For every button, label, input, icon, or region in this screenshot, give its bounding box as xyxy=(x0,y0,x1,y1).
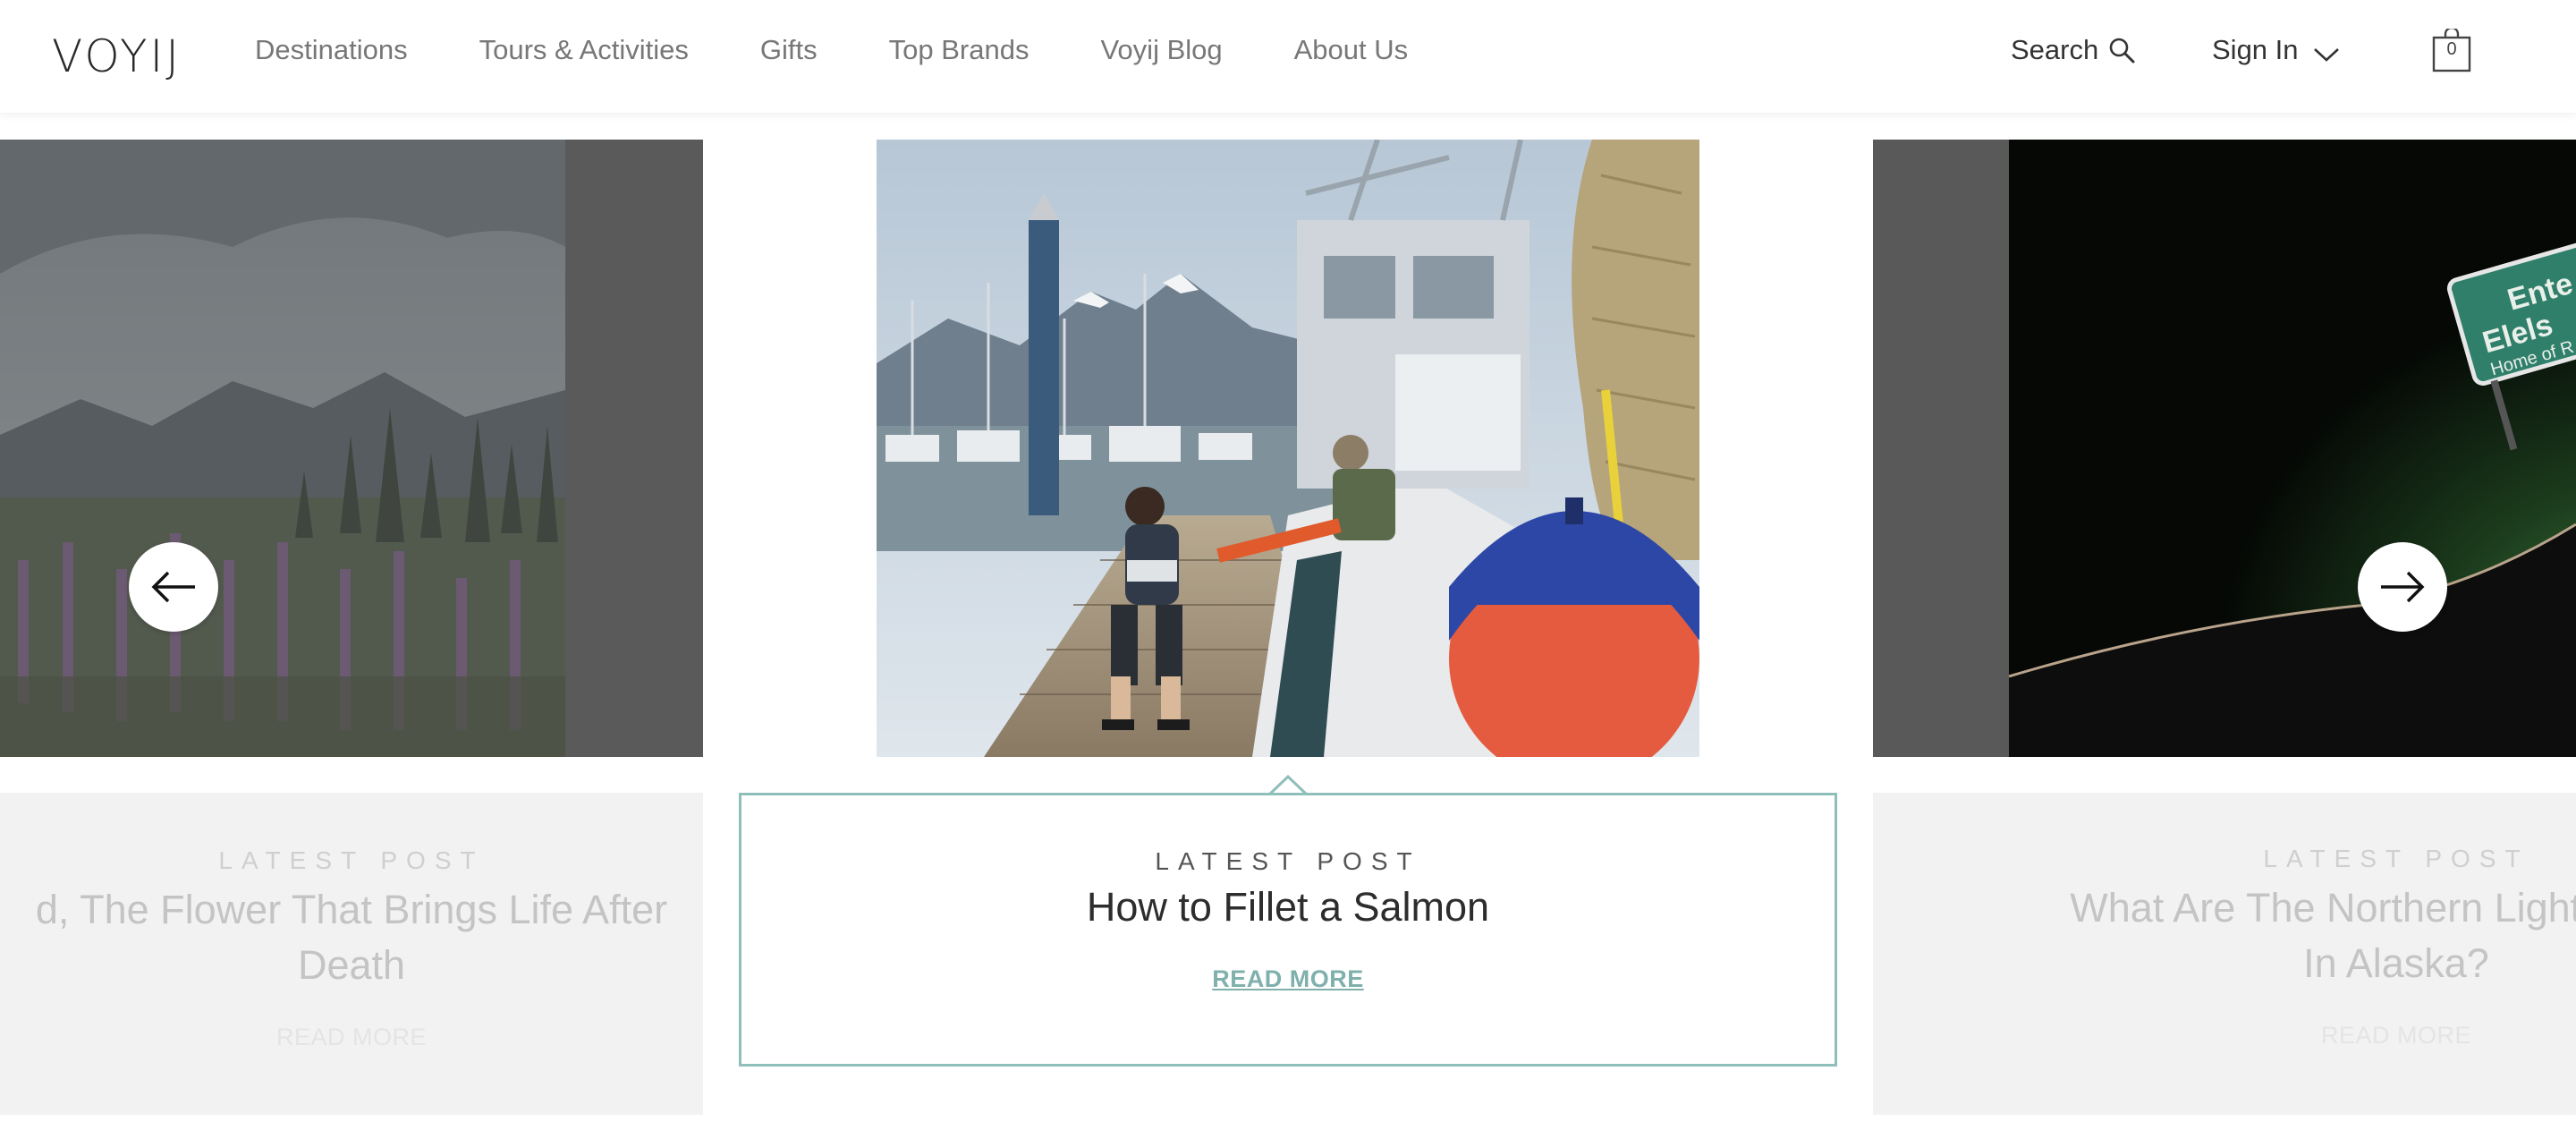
nav-about-us[interactable]: About Us xyxy=(1294,34,1409,66)
main-nav: Destinations Tours & Activities Gifts To… xyxy=(255,34,1479,66)
northern-lights-sign-photo: Ente Elels Home of R xyxy=(2009,140,2576,757)
nav-destinations[interactable]: Destinations xyxy=(255,34,408,66)
slide-left-read-more[interactable]: READ MORE xyxy=(0,1024,703,1051)
slide-center-card: LATEST POST How to Fillet a Salmon READ … xyxy=(739,793,1837,1067)
slide-center-photo xyxy=(877,140,1699,757)
slide-center-title[interactable]: How to Fillet a Salmon xyxy=(741,880,1835,935)
slide-left-card: LATEST POST d, The Flower That Brings Li… xyxy=(0,793,703,1115)
slide-right-title-line1: What Are The Northern Lights And H xyxy=(2070,885,2576,931)
slide-center-read-more[interactable]: READ MORE xyxy=(741,965,1835,993)
nav-tours-activities[interactable]: Tours & Activities xyxy=(479,34,689,66)
nav-top-brands[interactable]: Top Brands xyxy=(889,34,1030,66)
nav-gifts[interactable]: Gifts xyxy=(760,34,818,66)
slide-right-card: LATEST POST What Are The Northern Lights… xyxy=(1873,793,2576,1115)
search-label: Search xyxy=(2011,34,2099,65)
nav-voyij-blog[interactable]: Voyij Blog xyxy=(1100,34,1222,66)
carousel-prev-button[interactable] xyxy=(129,542,218,632)
search-icon xyxy=(2109,38,2135,64)
slide-left-eyebrow: LATEST POST xyxy=(218,846,485,874)
voyij-logo[interactable]: VOYIJ xyxy=(52,30,182,82)
sign-in-label: Sign In xyxy=(2212,34,2299,65)
slide-left-title-line2: Death xyxy=(297,942,406,988)
slide-right-photo: Ente Elels Home of R xyxy=(1873,140,2576,757)
slide-right-title-line2: In Alaska? xyxy=(2303,940,2489,986)
carousel-next-button[interactable] xyxy=(2358,542,2447,632)
sign-in-dropdown[interactable]: Sign In xyxy=(2212,34,2340,66)
slide-left-title-line1: d, The Flower That Brings Life After xyxy=(35,887,668,932)
arrow-right-icon xyxy=(2381,571,2425,603)
arrow-left-icon xyxy=(151,571,195,603)
slide-right-read-more[interactable]: READ MORE xyxy=(1936,1022,2576,1050)
cart-button[interactable]: 0 xyxy=(2431,26,2472,73)
fishing-boat-dock-photo xyxy=(877,140,1699,757)
chevron-down-icon xyxy=(2313,48,2339,62)
slide-left-dim-overlay xyxy=(0,140,703,757)
slide-left-photo xyxy=(0,140,703,757)
slide-center-eyebrow: LATEST POST xyxy=(1155,847,1421,875)
search-button[interactable]: Search xyxy=(2011,34,2136,66)
cart-count: 0 xyxy=(2446,39,2457,59)
slide-right-dim-overlay xyxy=(1873,140,2009,757)
site-header: VOYIJ Destinations Tours & Activities Gi… xyxy=(0,0,2576,113)
slide-right-eyebrow: LATEST POST xyxy=(2263,845,2529,872)
